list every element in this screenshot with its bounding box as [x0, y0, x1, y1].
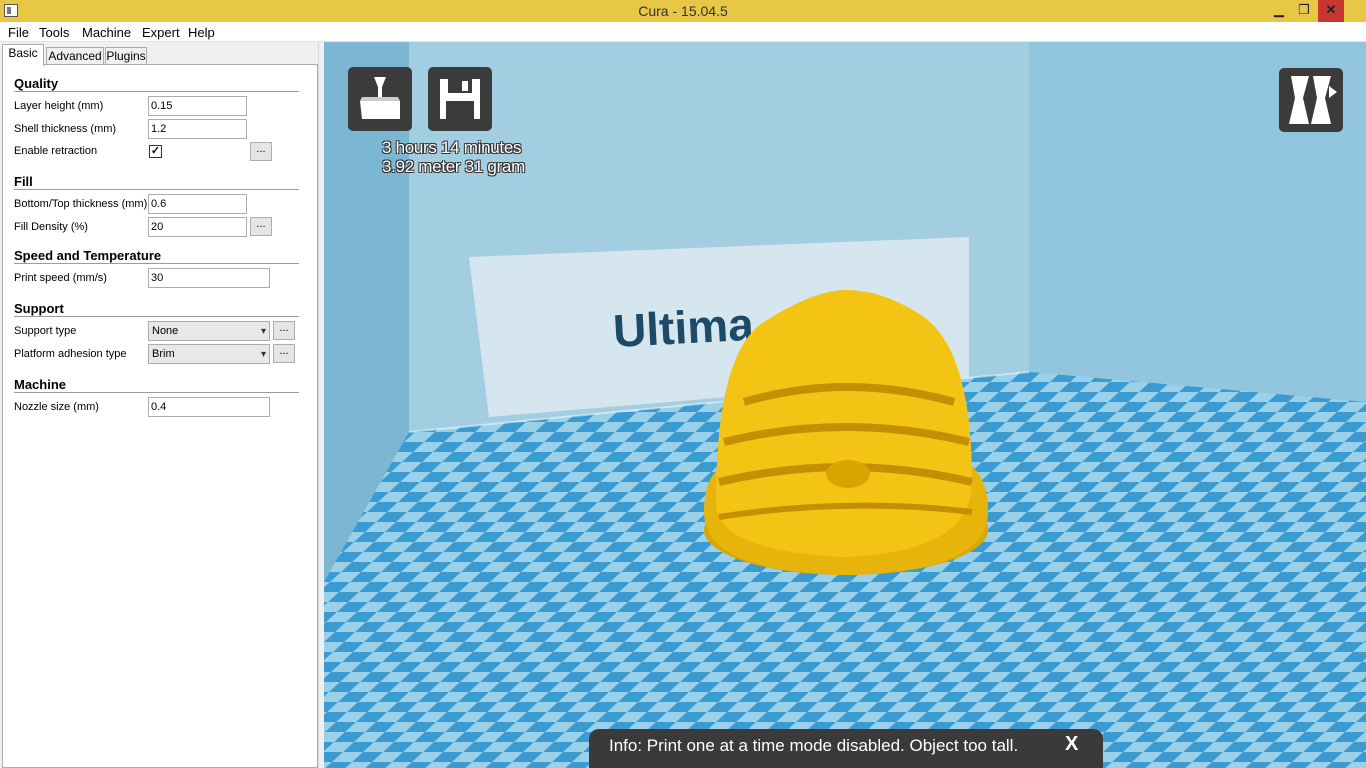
nozzle-size-label: Nozzle size (mm)	[14, 401, 99, 413]
window-title: Cura - 15.04.5	[638, 3, 728, 19]
fill-density-label: Fill Density (%)	[14, 221, 88, 233]
info-message: Info: Print one at a time mode disabled.…	[609, 736, 1019, 755]
3d-viewport[interactable]: Ultima 3 hours 14 minutes 3.92 meter 31 …	[324, 42, 1366, 768]
retraction-label: Enable retraction	[14, 145, 98, 157]
section-divider	[14, 189, 299, 190]
settings-pane: Basic Advanced Plugins Quality Layer hei…	[0, 42, 324, 768]
section-divider	[14, 91, 299, 92]
menu-expert[interactable]: Expert	[142, 25, 180, 40]
minimize-button[interactable]: ▁	[1266, 0, 1292, 22]
layer-height-label: Layer height (mm)	[14, 100, 104, 112]
print-speed-input[interactable]: 30	[148, 268, 270, 288]
load-icon	[360, 77, 400, 119]
save-icon	[440, 79, 480, 119]
info-notification: Info: Print one at a time mode disabled.…	[589, 729, 1103, 768]
section-quality-title: Quality	[14, 76, 59, 91]
section-fill-title: Fill	[14, 174, 33, 189]
tab-basic[interactable]: Basic	[2, 44, 44, 66]
retraction-options-button[interactable]: ...	[250, 142, 272, 161]
section-divider	[14, 263, 299, 264]
backdrop-text: Ultima	[612, 298, 756, 357]
maximize-button[interactable]: ❐	[1291, 0, 1317, 22]
menu-bar: File Tools Machine Expert Help	[0, 22, 1366, 42]
print-time-estimate: 3 hours 14 minutes	[382, 138, 522, 157]
layer-height-input[interactable]: 0.15	[148, 96, 247, 116]
section-speed-title: Speed and Temperature	[14, 248, 162, 263]
view-mode-button[interactable]	[1279, 68, 1343, 132]
fill-density-input[interactable]: 20	[148, 217, 247, 237]
print-material-estimate: 3.92 meter 31 gram	[382, 157, 525, 176]
chevron-down-icon: ▾	[260, 326, 266, 337]
adhesion-options-button[interactable]: ...	[273, 344, 295, 363]
basic-settings-panel: Quality Layer height (mm) 0.15 Shell thi…	[2, 64, 318, 768]
menu-machine[interactable]: Machine	[82, 25, 131, 40]
support-options-button[interactable]: ...	[273, 321, 295, 340]
tab-plugins[interactable]: Plugins	[105, 47, 147, 65]
shell-thickness-label: Shell thickness (mm)	[14, 123, 117, 135]
close-button[interactable]: ✕	[1318, 0, 1344, 22]
menu-help[interactable]: Help	[188, 25, 215, 40]
tab-advanced[interactable]: Advanced	[46, 47, 104, 65]
support-type-label: Support type	[14, 325, 77, 337]
print-speed-label: Print speed (mm/s)	[14, 272, 107, 284]
section-machine-title: Machine	[14, 377, 67, 392]
adhesion-type-value: Brim	[152, 348, 175, 360]
support-type-value: None	[152, 325, 179, 337]
title-bar: Cura - 15.04.5 ▁ ❐ ✕	[0, 0, 1366, 22]
save-gcode-button[interactable]	[428, 67, 492, 131]
bottom-top-thickness-label: Bottom/Top thickness (mm)	[14, 198, 148, 210]
chevron-down-icon: ▾	[260, 349, 266, 360]
adhesion-type-select[interactable]: Brim ▾	[148, 344, 270, 364]
support-type-select[interactable]: None ▾	[148, 321, 270, 341]
adhesion-type-label: Platform adhesion type	[14, 348, 127, 360]
section-divider	[14, 316, 299, 317]
retraction-checkbox[interactable]: ✓	[149, 145, 162, 158]
shell-thickness-input[interactable]: 1.2	[148, 119, 247, 139]
bottom-top-thickness-input[interactable]: 0.6	[148, 194, 247, 214]
menu-tools[interactable]: Tools	[39, 25, 69, 40]
menu-file[interactable]: File	[8, 25, 29, 40]
section-support-title: Support	[14, 301, 64, 316]
load-model-button[interactable]	[348, 67, 412, 131]
section-divider	[14, 392, 299, 393]
view-mode-icon	[1289, 76, 1337, 124]
info-close-button[interactable]: X	[1065, 733, 1078, 756]
fill-options-button[interactable]: ...	[250, 217, 272, 236]
nozzle-size-input[interactable]: 0.4	[148, 397, 270, 417]
